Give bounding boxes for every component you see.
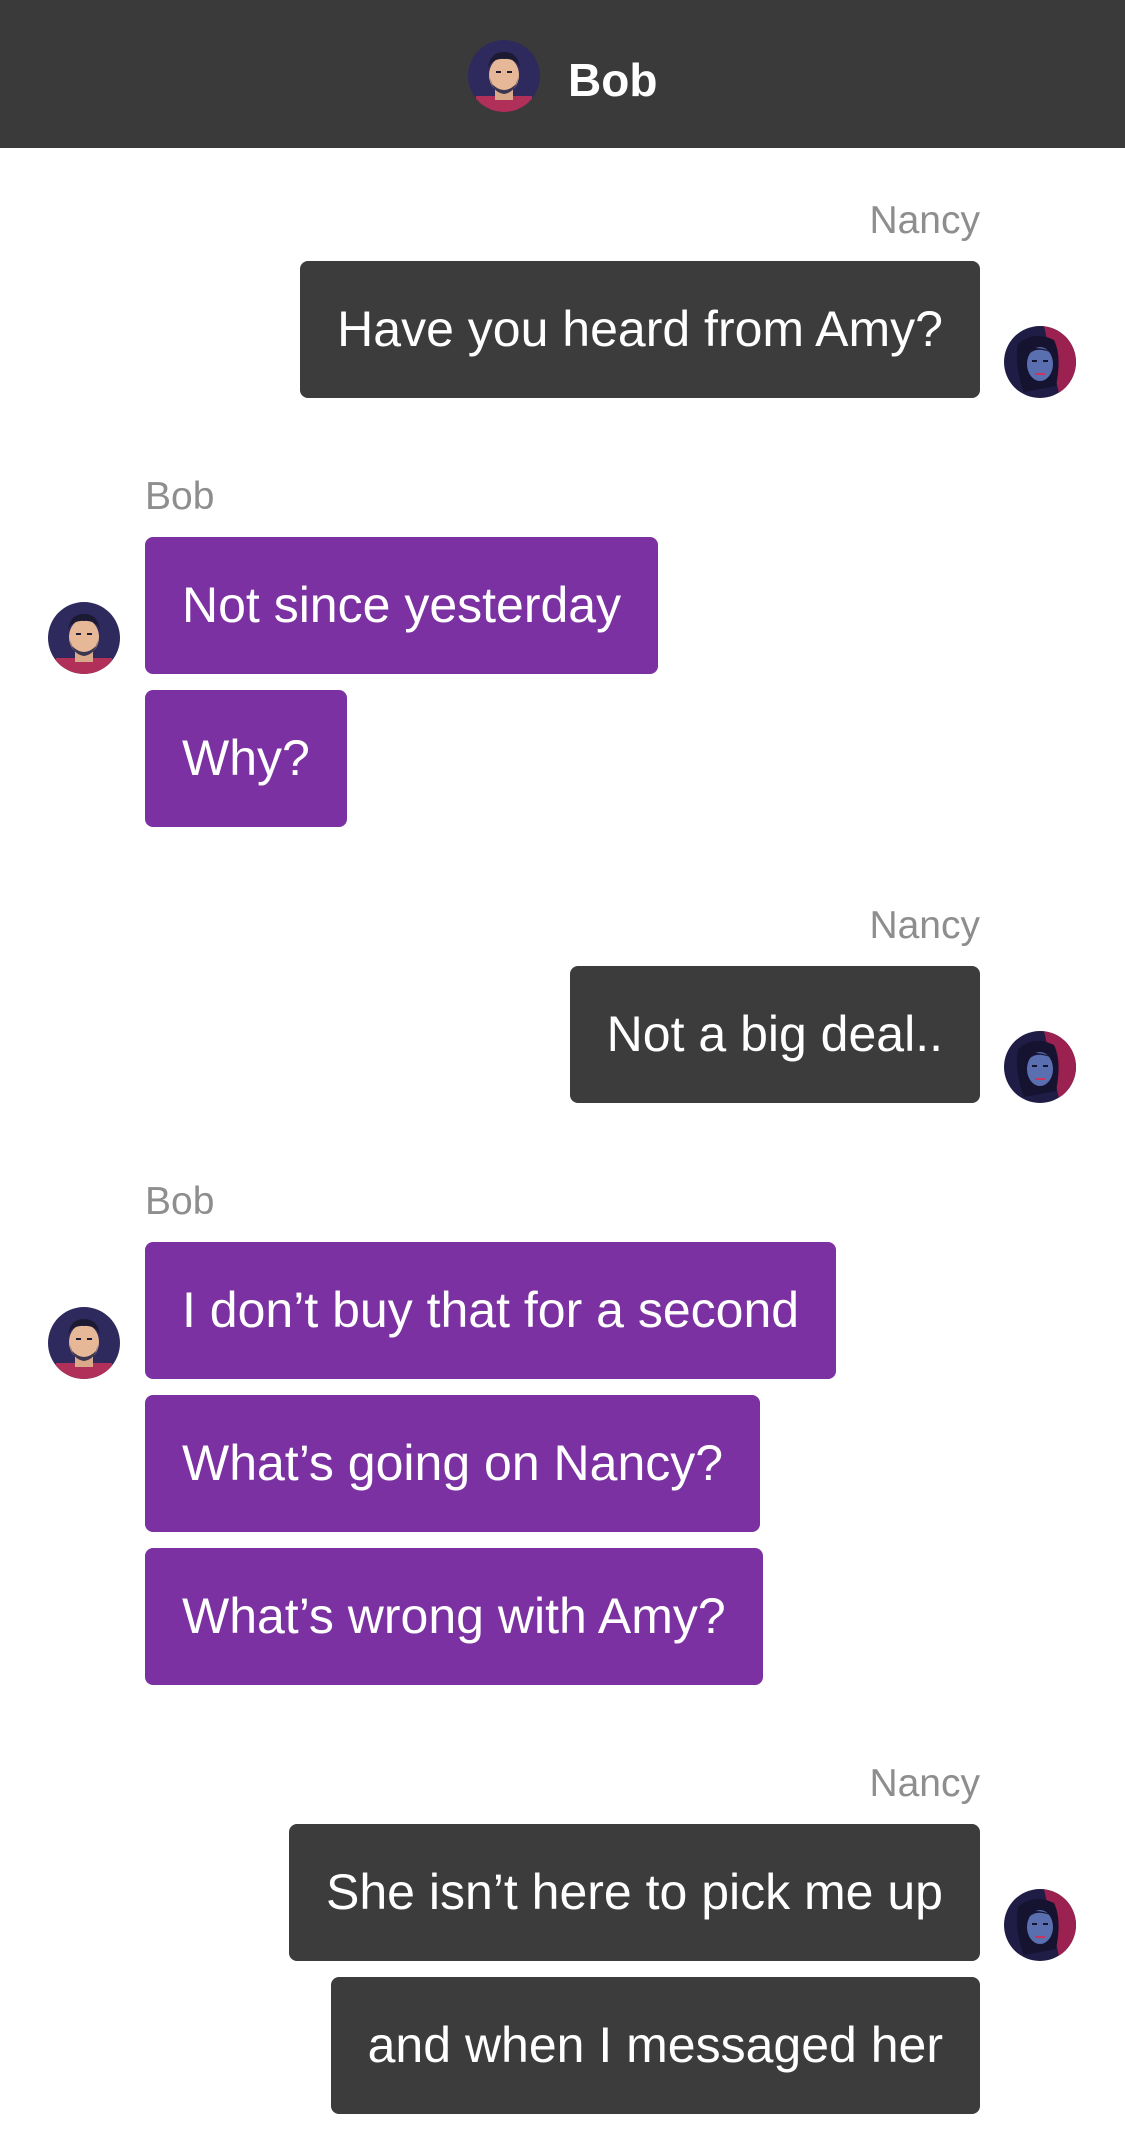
- bob-avatar-icon[interactable]: [48, 602, 120, 674]
- message-bubble[interactable]: Have you heard from Amy?: [300, 261, 980, 398]
- contact-name[interactable]: Bob: [568, 52, 657, 108]
- bob-avatar-icon[interactable]: [48, 1307, 120, 1379]
- message-bubble[interactable]: What’s going on Nancy?: [145, 1395, 761, 1532]
- message-bubble[interactable]: Not a big deal..: [569, 966, 980, 1103]
- sender-label: Bob: [145, 475, 215, 518]
- message-bubble[interactable]: She isn’t here to pick me up: [289, 1824, 980, 1961]
- sender-label: Nancy: [869, 1762, 980, 1805]
- message-bubble[interactable]: and when I messaged her: [330, 1977, 980, 2114]
- message-bubble[interactable]: I don’t buy that for a second: [145, 1242, 837, 1379]
- message-bubble[interactable]: What’s wrong with Amy?: [145, 1548, 763, 1685]
- message-bubble[interactable]: Why?: [145, 690, 347, 827]
- bob-avatar-icon[interactable]: [468, 40, 540, 112]
- chat-header: Bob: [0, 0, 1125, 148]
- nancy-avatar-icon[interactable]: [1004, 1889, 1076, 1961]
- sender-label: Bob: [145, 1180, 215, 1223]
- nancy-avatar-icon[interactable]: [1004, 326, 1076, 398]
- nancy-avatar-icon[interactable]: [1004, 1031, 1076, 1103]
- sender-label: Nancy: [869, 904, 980, 947]
- sender-label: Nancy: [869, 199, 980, 242]
- message-bubble[interactable]: Not since yesterday: [145, 537, 659, 674]
